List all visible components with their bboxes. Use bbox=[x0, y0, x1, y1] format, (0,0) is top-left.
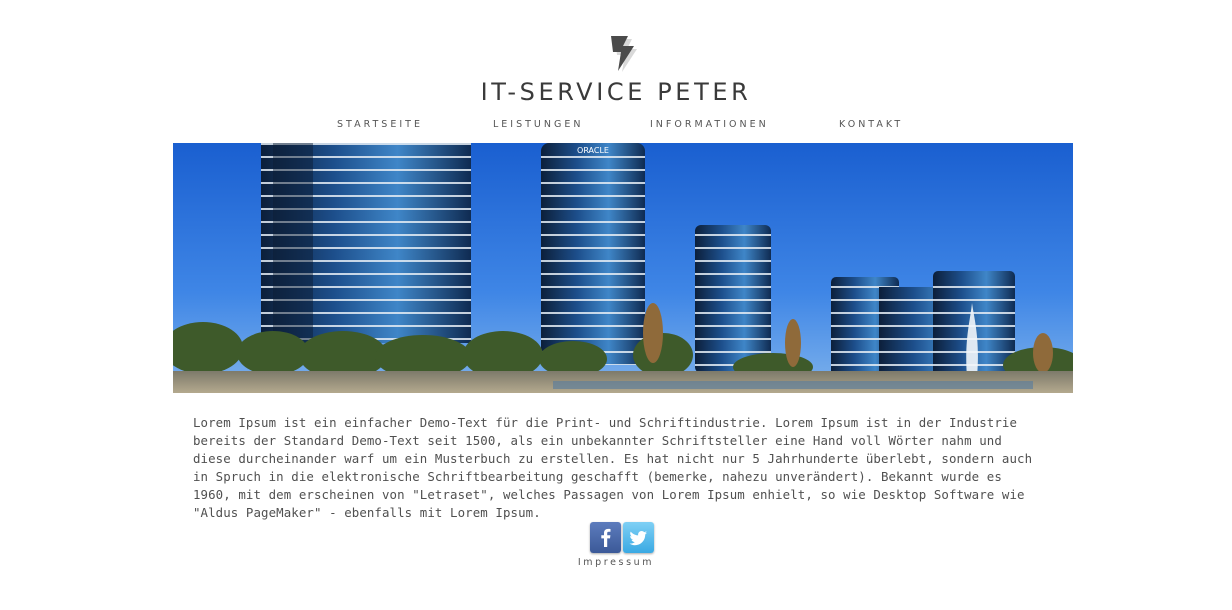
page: IT-SERVICE PETER STARTSEITE LEISTUNGEN I… bbox=[0, 0, 1232, 610]
twitter-button[interactable] bbox=[623, 522, 654, 553]
site-title: IT-SERVICE PETER bbox=[480, 78, 752, 106]
oracle-sign: ORACLE bbox=[577, 146, 609, 155]
intro-text: Lorem Ipsum ist ein einfacher Demo-Text … bbox=[193, 415, 1033, 520]
facebook-icon bbox=[601, 528, 611, 547]
social-links bbox=[590, 522, 654, 553]
nav-item-startseite[interactable]: STARTSEITE bbox=[337, 119, 423, 130]
lightning-bolt-icon bbox=[611, 36, 637, 72]
nav-item-kontakt[interactable]: KONTAKT bbox=[839, 119, 903, 130]
facebook-button[interactable] bbox=[590, 522, 621, 553]
nav-item-informationen[interactable]: INFORMATIONEN bbox=[650, 119, 769, 130]
twitter-icon bbox=[629, 531, 647, 546]
impressum-link[interactable]: Impressum bbox=[0, 557, 1232, 568]
hero-image: ORACLE bbox=[173, 143, 1073, 393]
main-nav: STARTSEITE LEISTUNGEN INFORMATIONEN KONT… bbox=[0, 119, 1232, 133]
nav-item-leistungen[interactable]: LEISTUNGEN bbox=[493, 119, 583, 130]
